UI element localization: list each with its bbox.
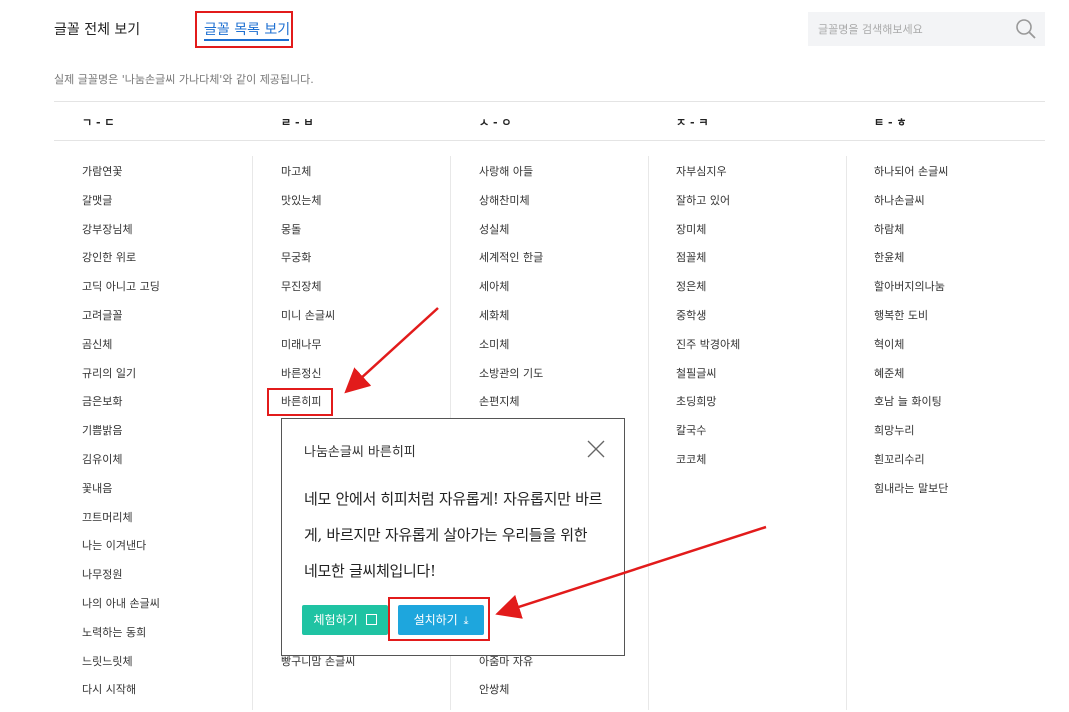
font-list-item[interactable]: 혜준체 [874,367,948,396]
column-divider [648,156,649,710]
font-list-item[interactable]: 한윤체 [874,251,948,280]
highlight-box-tab [195,11,293,48]
font-list-item[interactable]: 맛있는체 [281,194,355,223]
tab-all-fonts[interactable]: 글꼴 전체 보기 [54,19,140,39]
search-input[interactable]: 글꼴명을 검색해보세요 [818,21,923,37]
font-list-item[interactable]: 마고체 [281,165,355,194]
font-list-item[interactable]: 나는 이겨낸다 [82,539,160,568]
font-list-item[interactable]: 빵구니맘 손글씨 [281,655,355,684]
font-list-item[interactable]: 기쁨밝음 [82,424,160,453]
font-list-item[interactable]: 세계적인 한글 [479,251,543,280]
font-list-item[interactable]: 힘내라는 말보단 [874,482,948,511]
font-list-item[interactable]: 고딕 아니고 고딩 [82,280,160,309]
font-list-item[interactable]: 아줌마 자유 [479,655,543,684]
edit-icon [365,614,377,625]
font-list-item[interactable]: 하나되어 손글씨 [874,165,948,194]
font-list-item[interactable]: 무궁화 [281,251,355,280]
font-list-item[interactable]: 꽃내음 [82,482,160,511]
font-list-item[interactable]: 점꼴체 [676,251,740,280]
font-list-column: 가람연꽃 갈맷글 강부장님체 강인한 위로 고딕 아니고 고딩 고려글꼴 곰신체 규리의 일기… [82,165,160,712]
font-list-item[interactable]: 잘하고 있어 [676,194,740,223]
font-list-item[interactable]: 칼국수 [676,424,740,453]
column-divider [252,156,253,710]
highlight-box-font [267,388,333,416]
column-divider [846,156,847,710]
font-list-item[interactable]: 흰꼬리수리 [874,453,948,482]
font-list-item[interactable]: 안쌍체 [479,683,543,712]
font-list-item[interactable]: 고려글꼴 [82,309,160,338]
search-icon[interactable] [1015,18,1037,40]
highlight-box-install [388,597,490,641]
font-list-item[interactable]: 초딩희망 [676,395,740,424]
font-list-item[interactable]: 소방관의 기도 [479,367,543,396]
font-list-item[interactable]: 나의 아내 손글씨 [82,597,160,626]
font-list-item[interactable]: 느릿느릿체 [82,655,160,684]
font-list-item[interactable]: 나무정원 [82,568,160,597]
column-header: ㅌ - ㅎ [874,116,907,129]
font-list-item[interactable]: 상해찬미체 [479,194,543,223]
font-list-item[interactable]: 성실체 [479,223,543,252]
font-list-item[interactable]: 강인한 위로 [82,251,160,280]
try-label: 체험하기 [313,613,358,627]
font-list-item[interactable]: 가람연꽃 [82,165,160,194]
font-list-item[interactable]: 곰신체 [82,338,160,367]
font-list-item[interactable]: 갈맷글 [82,194,160,223]
column-header: ㄹ - ㅂ [281,116,314,129]
font-list-column: 자부심지우 잘하고 있어 장미체 점꼴체 정은체 중학생 진주 박경아체 철필글씨 초딩희망 칼국… [676,165,740,482]
font-preview-text: 네모 안에서 히피처럼 자유롭게! 자유롭지만 바르게, 바르지만 자유롭게 살… [304,490,603,580]
arrow-to-font [344,307,439,394]
font-list-item[interactable]: 미니 손글씨 [281,309,355,338]
column-header: ㅈ - ㅋ [676,116,709,129]
font-list-item[interactable]: 하나손글씨 [874,194,948,223]
close-icon[interactable] [586,439,606,459]
font-list-item[interactable]: 소미체 [479,338,543,367]
font-list-item[interactable]: 하람체 [874,223,948,252]
font-list-item[interactable]: 금은보화 [82,395,160,424]
popup-title: 나눔손글씨 바른히피 [304,445,416,460]
font-list-item[interactable]: 혁이체 [874,338,948,367]
font-list-item[interactable]: 세아체 [479,280,543,309]
font-list-item[interactable]: 노력하는 동희 [82,626,160,655]
column-header: ㄱ - ㄷ [82,116,115,129]
font-list-item[interactable]: 다시 시작해 [82,683,160,712]
font-list-item[interactable]: 강부장님체 [82,223,160,252]
font-list-item[interactable]: 진주 박경아체 [676,338,740,367]
font-list-item[interactable]: 코코체 [676,453,740,482]
font-list-item[interactable]: 장미체 [676,223,740,252]
font-list-item[interactable]: 정은체 [676,280,740,309]
font-list-column: 하나되어 손글씨 하나손글씨 하람체 한윤체 할아버지의나눔 행복한 도비 혁이체 혜준체 호남… [874,165,948,511]
divider-header [54,140,1045,141]
font-list-item[interactable]: 규리의 일기 [82,367,160,396]
font-list-item[interactable]: 호남 늘 화이팅 [874,395,948,424]
font-list-item[interactable]: 몽돌 [281,223,355,252]
font-list-item[interactable]: 세화체 [479,309,543,338]
font-list-item[interactable]: 희망누리 [874,424,948,453]
font-list-item[interactable]: 무진장체 [281,280,355,309]
font-list-item[interactable]: 철필글씨 [676,367,740,396]
font-name-notice: 실제 글꼴명은 '나눔손글씨 가나다체'와 같이 제공됩니다. [54,73,314,86]
font-list-item[interactable]: 자부심지우 [676,165,740,194]
divider-top [54,101,1045,102]
font-list-item[interactable]: 끄트머리체 [82,511,160,540]
font-list-item[interactable]: 미래나무 [281,338,355,367]
font-list-item[interactable]: 사랑해 아들 [479,165,543,194]
try-font-button[interactable]: 체험하기 [302,605,388,635]
font-list-item[interactable]: 김유이체 [82,453,160,482]
column-header: ㅅ - ㅇ [479,116,512,129]
font-list-item[interactable]: 행복한 도비 [874,309,948,338]
font-list-item[interactable]: 중학생 [676,309,740,338]
font-list-item[interactable]: 할아버지의나눔 [874,280,948,309]
search-box[interactable]: 글꼴명을 검색해보세요 [808,12,1045,46]
